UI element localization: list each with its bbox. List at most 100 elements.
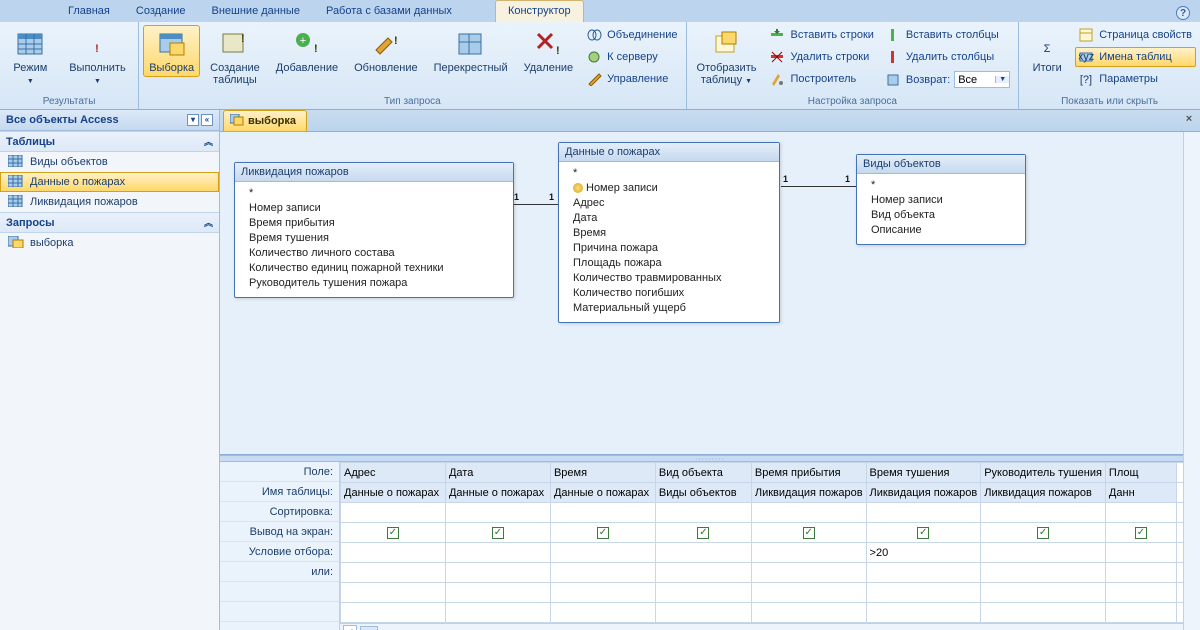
run-button[interactable]: ! Выполнить ▼ <box>61 25 135 91</box>
grid-cell[interactable] <box>341 583 446 603</box>
grid-cell[interactable]: ✓ <box>341 523 446 543</box>
grid-cell[interactable] <box>981 503 1106 523</box>
totals-button[interactable]: Σ Итоги <box>1023 25 1071 77</box>
table-field[interactable]: Номер записи <box>573 181 767 196</box>
scroll-thumb[interactable] <box>360 626 378 630</box>
table-field[interactable]: Адрес <box>573 196 767 211</box>
query-delete-button[interactable]: ! Удаление <box>518 25 580 77</box>
parameters-button[interactable]: [?]Параметры <box>1075 69 1196 89</box>
grid-cell[interactable]: Данные о пожарах <box>550 483 655 503</box>
grid-cell[interactable]: ✓ <box>866 523 981 543</box>
table-field[interactable]: Количество погибших <box>573 286 767 301</box>
grid-cell[interactable]: ✓ <box>981 523 1106 543</box>
show-checkbox[interactable]: ✓ <box>803 527 815 539</box>
grid-cell[interactable] <box>751 563 866 583</box>
grid-cell[interactable] <box>445 543 550 563</box>
grid-cell[interactable] <box>866 503 981 523</box>
horizontal-scrollbar[interactable]: ◄ <box>340 623 1200 630</box>
property-sheet-button[interactable]: Страница свойств <box>1075 25 1196 45</box>
grid-cell[interactable] <box>550 603 655 623</box>
table-box[interactable]: Виды объектов*Номер записиВид объектаОпи… <box>856 154 1026 245</box>
grid-cell[interactable]: Виды объектов <box>655 483 751 503</box>
grid-cell[interactable] <box>981 543 1106 563</box>
grid-cell[interactable]: >20 <box>866 543 981 563</box>
grid-cell[interactable] <box>751 543 866 563</box>
show-checkbox[interactable]: ✓ <box>597 527 609 539</box>
grid-cell[interactable] <box>445 603 550 623</box>
grid-cell[interactable]: Данн <box>1105 483 1176 503</box>
table-field[interactable]: * <box>573 166 767 181</box>
show-checkbox[interactable]: ✓ <box>917 527 929 539</box>
table-field[interactable]: Причина пожара <box>573 241 767 256</box>
show-checkbox[interactable]: ✓ <box>387 527 399 539</box>
chevron-down-icon[interactable]: ▾ <box>187 114 199 126</box>
table-field[interactable]: Описание <box>871 223 1013 238</box>
delete-rows-button[interactable]: Удалить строки <box>766 47 877 67</box>
table-field[interactable]: Время прибытия <box>249 216 501 231</box>
return-input[interactable] <box>955 74 995 86</box>
grid-cell[interactable] <box>655 583 751 603</box>
tab-external-data[interactable]: Внешние данные <box>199 0 313 22</box>
return-combo[interactable]: ▼ <box>954 71 1010 88</box>
grid-cell[interactable] <box>1105 583 1176 603</box>
close-icon[interactable]: × <box>1182 113 1196 127</box>
grid-cell[interactable] <box>751 583 866 603</box>
query-append-button[interactable]: +! Добавление <box>270 25 344 77</box>
delete-cols-button[interactable]: Удалить столбцы <box>882 47 1014 67</box>
grid-cell[interactable] <box>751 603 866 623</box>
show-table-button[interactable]: Отобразить таблицу ▼ <box>691 25 763 91</box>
grid-cell[interactable] <box>1105 503 1176 523</box>
grid-cell[interactable]: ✓ <box>655 523 751 543</box>
grid-cell[interactable]: Вид объекта <box>655 463 751 483</box>
grid-cell[interactable] <box>655 563 751 583</box>
navgroup-tables[interactable]: Таблицы︽ <box>0 131 219 152</box>
query-maketable-button[interactable]: ! Создание таблицы <box>204 25 266 89</box>
table-field[interactable]: * <box>249 186 501 201</box>
grid-cell[interactable] <box>550 563 655 583</box>
table-field[interactable]: Номер записи <box>249 201 501 216</box>
insert-rows-button[interactable]: Вставить строки <box>766 25 877 45</box>
table-box[interactable]: Ликвидация пожаров*Номер записиВремя при… <box>234 162 514 298</box>
grid-cell[interactable]: Площ <box>1105 463 1176 483</box>
grid-cell[interactable] <box>1105 543 1176 563</box>
grid-table[interactable]: АдресДатаВремяВид объектаВремя прибытияВ… <box>340 462 1200 623</box>
query-crosstab-button[interactable]: Перекрестный <box>428 25 514 77</box>
grid-cell[interactable] <box>1105 563 1176 583</box>
builder-button[interactable]: Построитель <box>766 69 877 89</box>
grid-cell[interactable] <box>341 603 446 623</box>
show-checkbox[interactable]: ✓ <box>1135 527 1147 539</box>
show-checkbox[interactable]: ✓ <box>1037 527 1049 539</box>
grid-cell[interactable] <box>981 563 1106 583</box>
scroll-left-icon[interactable]: ◄ <box>343 625 357 630</box>
table-field[interactable]: Номер записи <box>871 193 1013 208</box>
table-field[interactable]: Вид объекта <box>871 208 1013 223</box>
insert-cols-button[interactable]: Вставить столбцы <box>882 25 1014 45</box>
grid-cell[interactable]: Данные о пожарах <box>445 483 550 503</box>
view-button[interactable]: Режим ▼ <box>4 25 57 91</box>
grid-cell[interactable] <box>655 543 751 563</box>
table-field[interactable]: Количество травмированных <box>573 271 767 286</box>
grid-cell[interactable]: Ликвидация пожаров <box>866 483 981 503</box>
grid-cell[interactable] <box>655 503 751 523</box>
collapse-icon[interactable]: « <box>201 114 213 126</box>
table-field[interactable]: * <box>871 178 1013 193</box>
grid-cell[interactable] <box>866 563 981 583</box>
grid-cell[interactable] <box>341 563 446 583</box>
navitem-table[interactable]: Виды объектов <box>0 152 219 172</box>
grid-cell[interactable]: Дата <box>445 463 550 483</box>
help-icon[interactable]: ? <box>1176 6 1190 20</box>
grid-cell[interactable] <box>550 583 655 603</box>
navitem-table[interactable]: Ликвидация пожаров <box>0 192 219 212</box>
tab-create[interactable]: Создание <box>123 0 199 22</box>
tab-designer[interactable]: Конструктор <box>495 0 584 22</box>
navpane-header[interactable]: Все объекты Access ▾« <box>0 110 219 131</box>
grid-cell[interactable] <box>655 603 751 623</box>
show-checkbox[interactable]: ✓ <box>492 527 504 539</box>
grid-cell[interactable] <box>550 503 655 523</box>
grid-cell[interactable]: ✓ <box>751 523 866 543</box>
grid-cell[interactable]: Время тушения <box>866 463 981 483</box>
grid-cell[interactable] <box>981 583 1106 603</box>
table-names-button[interactable]: xyzИмена таблиц <box>1075 47 1196 67</box>
table-diagram[interactable]: 1 1 1 1 Ликвидация пожаров*Номер записиВ… <box>220 132 1200 455</box>
query-union-button[interactable]: Объединение <box>583 25 681 45</box>
